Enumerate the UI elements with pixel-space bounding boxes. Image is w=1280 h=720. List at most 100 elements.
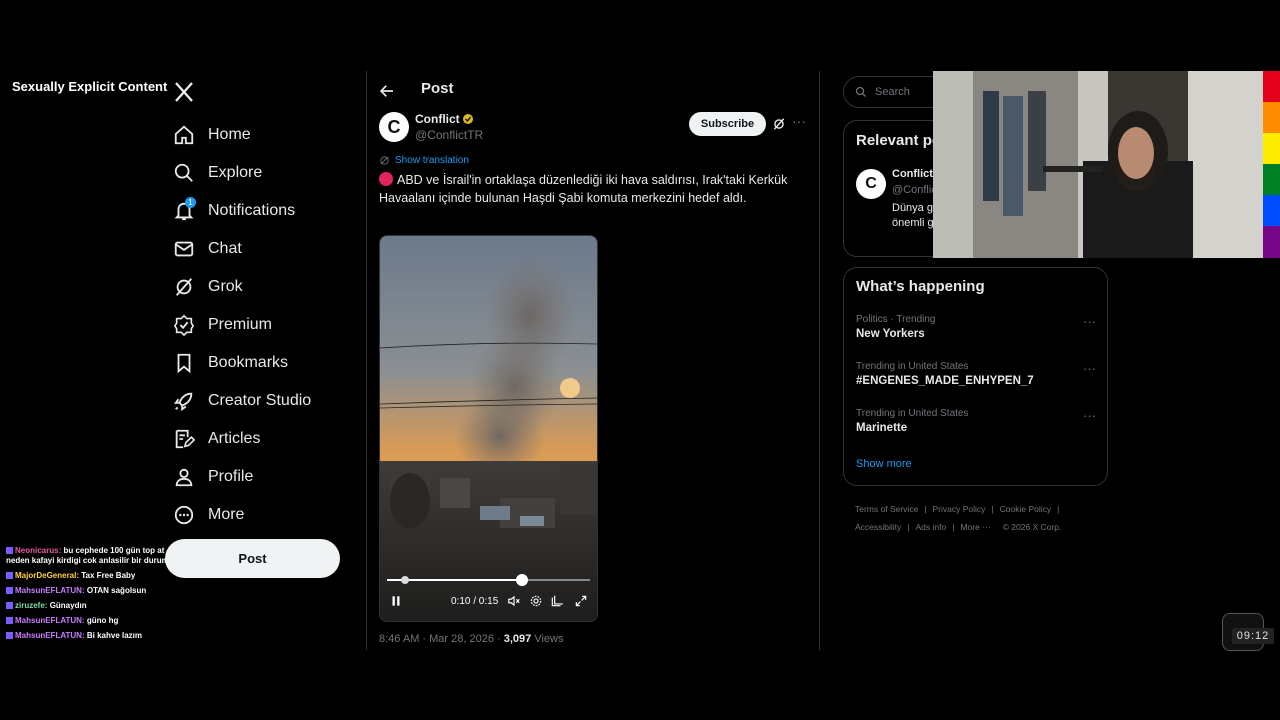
author-name[interactable]: Conflict	[415, 112, 460, 126]
chat-user: MajorDeGeneral:	[15, 571, 80, 580]
pause-icon[interactable]	[389, 594, 403, 608]
chat-badge-icon	[6, 587, 13, 594]
stream-chat: Neonicarus: bu cephede 100 gün top at ned…	[6, 546, 176, 646]
sidebar-nav: Home Explore 1 Notifications Chat Grok P…	[170, 116, 350, 534]
trend-name: New Yorkers	[856, 328, 925, 340]
post-button[interactable]: Post	[165, 539, 340, 578]
chat-badge-icon	[6, 547, 13, 554]
show-more-link[interactable]: Show more	[856, 458, 912, 470]
video-progress-bar[interactable]	[387, 574, 590, 586]
trend-item[interactable]: Politics · Trending New Yorkers ···	[856, 314, 1096, 340]
chat-badge-icon	[6, 572, 13, 579]
nav-item-more[interactable]: More	[170, 496, 350, 534]
footer-link-ads-info[interactable]: Ads info	[916, 522, 947, 532]
translate-icon	[380, 156, 389, 165]
chat-badge-icon	[6, 632, 13, 639]
chat-message: Neonicarus: bu cephede 100 gün top at ned…	[6, 546, 176, 566]
trend-name: Marinette	[856, 422, 908, 434]
show-translation-link[interactable]: Show translation	[379, 155, 469, 166]
articles-icon	[175, 429, 195, 449]
footer-links: Terms of Service | Privacy Policy | Cookie P…	[855, 504, 1062, 532]
settings-gear-icon[interactable]	[529, 594, 543, 608]
footer-link-terms[interactable]: Terms of Service	[855, 504, 918, 514]
relevant-name[interactable]: Conflict	[892, 168, 933, 180]
rocket-icon	[173, 392, 193, 412]
grok-icon	[175, 278, 193, 296]
bookmark-icon	[177, 353, 191, 374]
chat-message: MajorDeGeneral: Tax Free Baby	[6, 571, 176, 581]
notification-badge: 1	[185, 197, 196, 208]
subscribe-button[interactable]: Subscribe	[689, 112, 766, 136]
nav-item-home[interactable]: Home	[170, 116, 350, 154]
trend-context: Trending in United States	[856, 408, 969, 419]
nav-label: Profile	[208, 468, 254, 485]
page-title: Post	[421, 80, 454, 97]
grok-icon[interactable]	[772, 117, 786, 131]
nav-item-articles[interactable]: Articles	[170, 420, 350, 458]
footer-link-privacy[interactable]: Privacy Policy	[933, 504, 986, 514]
footer-link-accessibility[interactable]: Accessibility	[855, 522, 901, 532]
chat-badge-icon	[6, 602, 13, 609]
author-avatar[interactable]: C	[379, 112, 409, 142]
views-count: 3,097	[503, 633, 532, 645]
trend-more-icon[interactable]: ···	[1083, 408, 1096, 423]
fullscreen-icon[interactable]	[574, 594, 588, 608]
picture-in-picture-icon[interactable]	[550, 594, 564, 608]
video-player[interactable]: 0:10 / 0:15	[379, 235, 598, 622]
views-label: Views	[531, 633, 564, 645]
nav-item-profile[interactable]: Profile	[170, 458, 350, 496]
nav-label: Chat	[208, 240, 242, 257]
trend-item[interactable]: Trending in United States Marinette ···	[856, 408, 1096, 434]
nav-item-creator-studio[interactable]: Creator Studio	[170, 382, 350, 420]
nav-label: Premium	[208, 316, 273, 333]
footer-link-cookie[interactable]: Cookie Policy	[1000, 504, 1052, 514]
trend-item[interactable]: Trending in United States #ENGENES_MADE_…	[856, 361, 1096, 387]
nav-item-notifications[interactable]: 1 Notifications	[170, 192, 350, 230]
whats-happening-title: What’s happening	[856, 278, 985, 295]
x-logo-icon[interactable]	[172, 80, 196, 104]
chat-message: ziruzefe: Günaydın	[6, 601, 176, 611]
author-handle[interactable]: @ConflictTR	[415, 128, 483, 142]
nav-label: Creator Studio	[208, 392, 312, 409]
chat-text: OTAN sağolsun	[86, 586, 147, 595]
search-icon	[174, 163, 193, 182]
more-circle-icon	[174, 505, 194, 525]
chat-user: Neonicarus:	[15, 546, 62, 555]
chat-message: MahsunEFLATUN: Bi kahve lazım	[6, 631, 176, 641]
trend-name: #ENGENES_MADE_ENHYPEN_7	[856, 375, 1034, 387]
back-arrow-icon[interactable]	[378, 82, 396, 100]
nav-item-grok[interactable]: Grok	[170, 268, 350, 306]
relevant-people-title: Relevant people	[856, 132, 944, 149]
chat-text: Bi kahve lazım	[86, 631, 142, 640]
verified-badge-icon	[463, 114, 473, 124]
nav-item-chat[interactable]: Chat	[170, 230, 350, 268]
trend-more-icon[interactable]: ···	[1083, 361, 1096, 376]
nav-label: Explore	[208, 164, 263, 181]
search-icon	[855, 86, 866, 97]
post-timestamp[interactable]: 8:46 AM · Mar 28, 2026 ·	[379, 633, 504, 645]
nav-label: More	[208, 506, 245, 523]
video-time: 0:10 / 0:15	[451, 596, 499, 607]
red-circle-emoji	[379, 172, 393, 186]
column-divider	[819, 71, 820, 650]
chat-text: Tax Free Baby	[81, 571, 136, 580]
post-meta: 8:46 AM · Mar 28, 2026 · 3,097 Views	[379, 633, 563, 645]
video-controls: 0:10 / 0:15	[380, 592, 597, 614]
relevant-avatar[interactable]: C	[856, 169, 886, 199]
mute-icon[interactable]	[507, 594, 521, 608]
footer-link-more[interactable]: More ···	[960, 522, 990, 532]
chat-user: ziruzefe:	[15, 601, 48, 610]
content-warning-label: Sexually Explicit Content	[6, 76, 174, 98]
more-options-icon[interactable]: ···	[792, 114, 808, 130]
nav-label: Bookmarks	[208, 354, 289, 371]
nav-item-premium[interactable]: Premium	[170, 306, 350, 344]
person-icon	[175, 468, 193, 487]
nav-item-bookmarks[interactable]: Bookmarks	[170, 344, 350, 382]
post-text: ABD ve İsrail'in ortaklaşa düzenlediği i…	[379, 172, 788, 205]
trend-more-icon[interactable]: ···	[1083, 314, 1096, 329]
column-divider	[366, 71, 367, 650]
chat-badge-icon	[6, 617, 13, 624]
nav-item-explore[interactable]: Explore	[170, 154, 350, 192]
chat-text-continued: neden kafayi kirdigi cok anlasilir bir d…	[6, 556, 169, 565]
relevant-people-card: Relevant people C Conflict @ConflictTR D…	[843, 120, 945, 257]
